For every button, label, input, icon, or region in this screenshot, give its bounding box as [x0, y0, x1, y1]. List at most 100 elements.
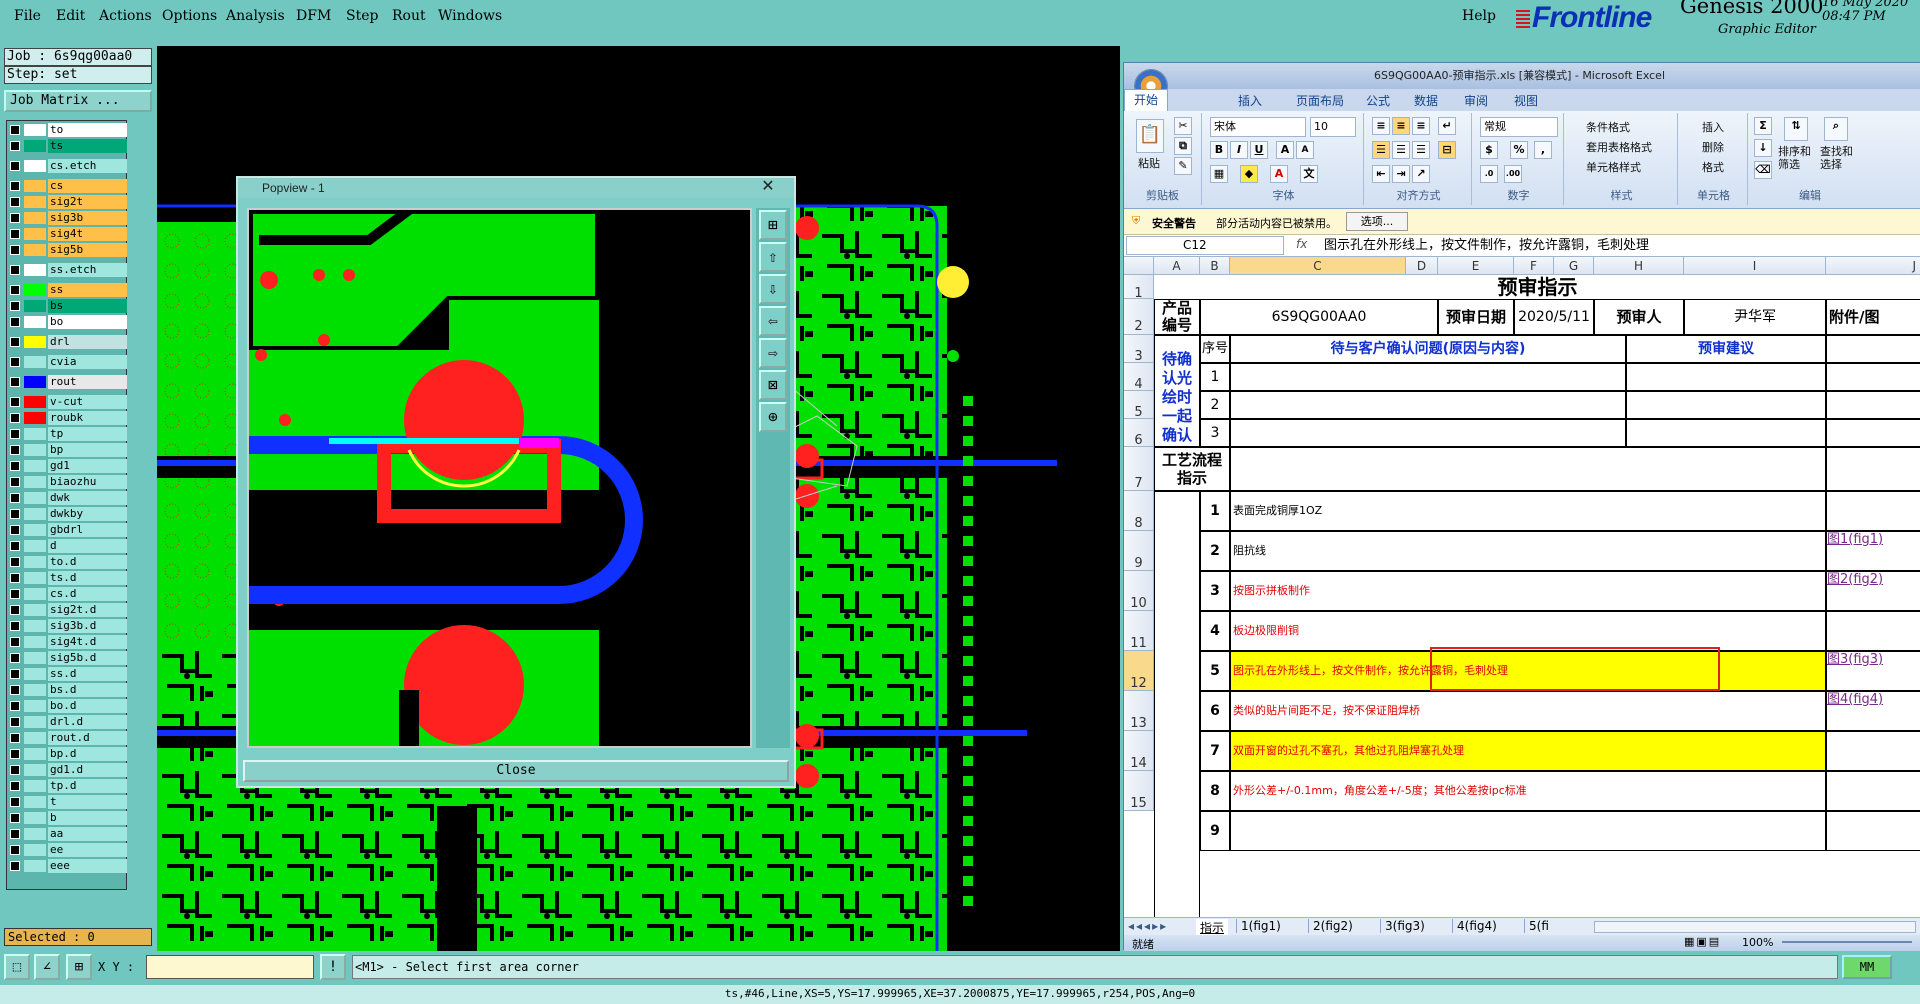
menu-help[interactable]: Help	[1462, 8, 1496, 24]
column-header[interactable]: I	[1684, 257, 1826, 275]
layer-row[interactable]: bp.d	[7, 747, 128, 761]
layer-name[interactable]: gbdrl	[48, 523, 127, 537]
layer-visibility-checkbox[interactable]	[10, 197, 20, 207]
layer-name[interactable]: cs.d	[48, 587, 127, 601]
layer-name[interactable]: gd1	[48, 459, 127, 473]
zoom-home-icon[interactable]: ⊕	[759, 402, 787, 432]
layer-visibility-checkbox[interactable]	[10, 861, 20, 871]
layer-color-swatch[interactable]	[24, 636, 46, 648]
delete-cells-button[interactable]: 删除	[1702, 139, 1724, 155]
layer-visibility-checkbox[interactable]	[10, 493, 20, 503]
item-link[interactable]: 图3(fig3)	[1826, 651, 1920, 691]
number-format-select[interactable]: 常规	[1480, 117, 1558, 137]
layer-visibility-checkbox[interactable]	[10, 717, 20, 727]
row-header[interactable]: 11	[1124, 611, 1154, 651]
item-link[interactable]	[1826, 611, 1920, 651]
tab-review[interactable]: 审阅	[1464, 92, 1488, 109]
layer-color-swatch[interactable]	[24, 140, 46, 152]
layer-visibility-checkbox[interactable]	[10, 397, 20, 407]
warning-icon[interactable]: !	[320, 954, 346, 980]
comma-icon[interactable]: ,	[1534, 141, 1552, 159]
layer-row[interactable]: bs.d	[7, 683, 128, 697]
copy-icon[interactable]: ⧉	[1174, 137, 1192, 155]
layer-visibility-checkbox[interactable]	[10, 525, 20, 535]
layer-color-swatch[interactable]	[24, 180, 46, 192]
item-text[interactable]: 板边极限削铜	[1230, 611, 1826, 651]
pan-left-icon[interactable]: ⇦	[759, 306, 787, 336]
sort-filter-icon[interactable]: ⇅	[1784, 117, 1808, 141]
item-no[interactable]: 2	[1200, 531, 1230, 571]
tab-page-layout[interactable]: 页面布局	[1296, 92, 1344, 109]
column-header[interactable]: D	[1406, 257, 1438, 275]
item-no[interactable]: 3	[1200, 571, 1230, 611]
tab-formulas[interactable]: 公式	[1366, 92, 1390, 109]
layer-row[interactable]: cvia	[7, 355, 128, 369]
layer-visibility-checkbox[interactable]	[10, 229, 20, 239]
fx-icon[interactable]: fx	[1296, 237, 1307, 251]
item-text[interactable]: 按图示拼板制作	[1230, 571, 1826, 611]
layer-row[interactable]: bo	[7, 315, 128, 329]
layer-row[interactable]: ss	[7, 283, 128, 297]
pending-label[interactable]: 待确认光绘时一起确认问题	[1154, 335, 1200, 447]
layer-row[interactable]: bp	[7, 443, 128, 457]
row-header[interactable]: 8	[1124, 491, 1154, 531]
date-label[interactable]: 预审日期	[1438, 299, 1514, 335]
layer-row[interactable]: roubk	[7, 411, 128, 425]
layer-name[interactable]: ee	[48, 843, 127, 857]
layer-name[interactable]: tp	[48, 427, 127, 441]
layer-row[interactable]: dwkby	[7, 507, 128, 521]
layer-row[interactable]: sig3b	[7, 211, 128, 225]
fill-icon[interactable]: ↓	[1754, 139, 1772, 157]
layer-color-swatch[interactable]	[24, 540, 46, 552]
layer-color-swatch[interactable]	[24, 732, 46, 744]
pending-row-no[interactable]: 3	[1200, 419, 1230, 447]
pan-up-icon[interactable]: ⇧	[759, 242, 787, 272]
layer-visibility-checkbox[interactable]	[10, 749, 20, 759]
layer-color-swatch[interactable]	[24, 764, 46, 776]
popview-close-button[interactable]: Close	[243, 760, 789, 782]
xy-input[interactable]	[146, 955, 314, 979]
layer-color-swatch[interactable]	[24, 396, 46, 408]
layer-color-swatch[interactable]	[24, 828, 46, 840]
pan-right-icon[interactable]: ⇨	[759, 338, 787, 368]
grow-font-icon[interactable]: A	[1276, 141, 1294, 159]
layer-row[interactable]: cs.d	[7, 587, 128, 601]
align-left-icon[interactable]: ☰	[1372, 141, 1390, 159]
layer-name[interactable]: tp.d	[48, 779, 127, 793]
row-header[interactable]: 2	[1124, 299, 1154, 335]
layer-row[interactable]: sig4t	[7, 227, 128, 241]
attach-cell[interactable]	[1826, 419, 1920, 447]
zoom-slider[interactable]	[1782, 941, 1912, 943]
sheet-tab[interactable]: 5(fi	[1524, 919, 1553, 933]
layer-row[interactable]: dwk	[7, 491, 128, 505]
zoom-in-icon[interactable]: ⊞	[759, 210, 787, 240]
layer-name[interactable]: ts.d	[48, 571, 127, 585]
percent-icon[interactable]: %	[1510, 141, 1528, 159]
layer-name[interactable]: dwk	[48, 491, 127, 505]
layer-visibility-checkbox[interactable]	[10, 161, 20, 171]
item-no[interactable]: 4	[1200, 611, 1230, 651]
layer-color-swatch[interactable]	[24, 196, 46, 208]
layer-name[interactable]: d	[48, 539, 127, 553]
layer-name[interactable]: sig4t.d	[48, 635, 127, 649]
paste-icon[interactable]: 📋	[1136, 119, 1164, 153]
layer-name[interactable]: rout	[48, 375, 127, 389]
layer-name[interactable]: cs.etch	[48, 159, 127, 173]
layer-name[interactable]: ss	[48, 283, 127, 297]
layer-row[interactable]: gd1	[7, 459, 128, 473]
layer-visibility-checkbox[interactable]	[10, 541, 20, 551]
popview-canvas[interactable]	[247, 208, 752, 748]
layer-row[interactable]: to	[7, 123, 128, 137]
tab-insert[interactable]: 插入	[1238, 92, 1262, 109]
item-text[interactable]: 阻抗线	[1230, 531, 1826, 571]
layer-row[interactable]: d	[7, 539, 128, 553]
row-header[interactable]: 4	[1124, 363, 1154, 392]
layer-row[interactable]: ts.d	[7, 571, 128, 585]
layer-color-swatch[interactable]	[24, 860, 46, 872]
item-text[interactable]: 表面完成铜厚1OZ	[1230, 491, 1826, 531]
row-header[interactable]: 9	[1124, 531, 1154, 571]
corner-select-all[interactable]	[1124, 257, 1154, 275]
column-header[interactable]: B	[1200, 257, 1230, 275]
item-link[interactable]	[1826, 491, 1920, 531]
layer-visibility-checkbox[interactable]	[10, 829, 20, 839]
